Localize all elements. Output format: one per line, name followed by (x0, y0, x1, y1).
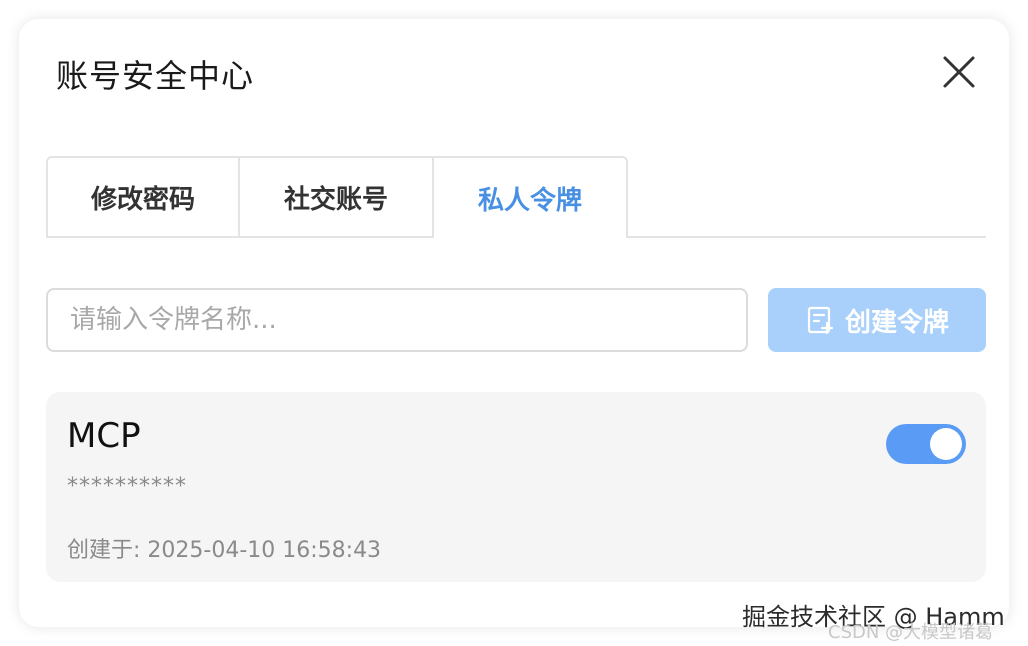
token-masked-value: ********** (67, 474, 187, 499)
create-token-label: 创建令牌 (844, 307, 949, 338)
create-token-button[interactable]: 创建令牌 (768, 288, 986, 352)
token-name-input[interactable] (46, 288, 748, 352)
close-icon[interactable] (941, 54, 977, 90)
token-name: MCP (67, 416, 141, 456)
toggle-knob (930, 428, 962, 460)
token-created-date: 创建于: 2025-04-10 16:58:43 (67, 538, 382, 563)
token-card: MCP ********** 创建于: 2025-04-10 16:58:43 (46, 392, 986, 582)
tab-private-tokens[interactable]: 私人令牌 (434, 156, 628, 238)
tab-social-accounts[interactable]: 社交账号 (240, 156, 434, 236)
dialog-title: 账号安全中心 (56, 57, 255, 95)
account-security-dialog: 账号安全中心 修改密码 社交账号 私人令牌 创建令牌 MCP *********… (19, 19, 1009, 627)
tab-bar: 修改密码 社交账号 私人令牌 (46, 156, 986, 238)
tab-change-password[interactable]: 修改密码 (46, 156, 240, 236)
token-enabled-toggle[interactable] (886, 424, 966, 464)
add-document-icon (807, 306, 834, 335)
watermark-secondary: CSDN @大模型诸葛 (828, 622, 994, 643)
